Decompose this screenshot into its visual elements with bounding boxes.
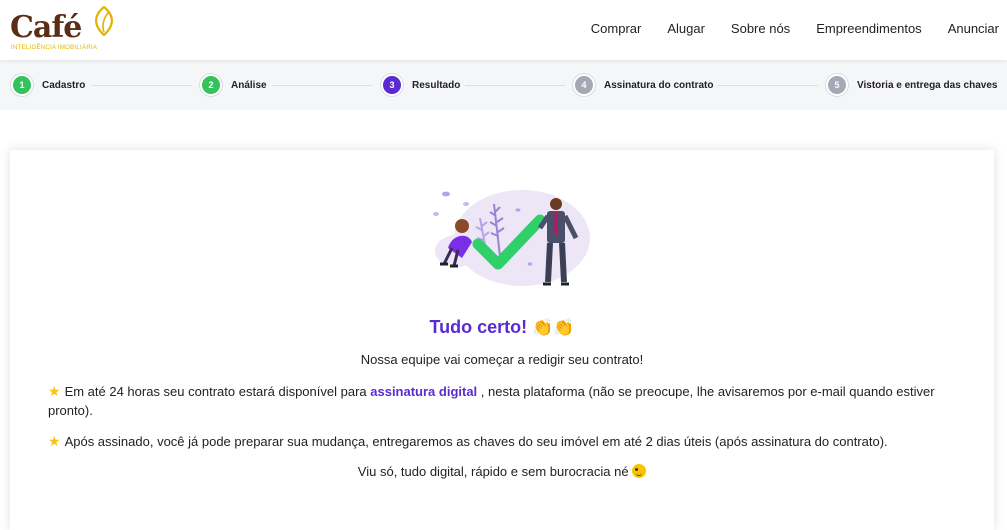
step-connector (718, 85, 818, 86)
step-label: Resultado (412, 79, 461, 91)
clapping-hands-icon: 👏👏 (532, 318, 575, 337)
closing-message: Viu só, tudo digital, rápido e sem buroc… (10, 464, 994, 479)
result-card: Tudo certo! 👏👏 Nossa equipe vai começar … (10, 150, 994, 530)
step-number: 5 (826, 74, 848, 96)
nav-item-comprar[interactable]: Comprar (591, 21, 642, 36)
brand-logo[interactable]: Café INTELIGÊNCIA IMOBILIÁRIA (10, 6, 120, 54)
step-resultado: 3 Resultado (381, 74, 460, 96)
para-text: Após assinado, você já pode preparar sua… (64, 434, 888, 449)
step-analise: 2 Análise (200, 74, 267, 96)
nav-item-anunciar[interactable]: Anunciar (948, 21, 999, 36)
step-connector (272, 85, 372, 86)
step-connector (92, 85, 192, 86)
site-header: Café INTELIGÊNCIA IMOBILIÁRIA Comprar Al… (0, 0, 1007, 60)
step-vistoria: 5 Vistoria e entrega das chaves (826, 74, 997, 96)
step-cadastro: 1 Cadastro (11, 74, 85, 96)
brand-tagline: INTELIGÊNCIA IMOBILIÁRIA (11, 45, 98, 51)
step-label: Análise (231, 79, 267, 91)
title-text: Tudo certo! (429, 317, 528, 337)
digital-signature-link[interactable]: assinatura digital (370, 384, 477, 399)
step-number: 2 (200, 74, 222, 96)
main-nav: Comprar Alugar Sobre nós Empreendimentos… (591, 0, 999, 56)
result-title: Tudo certo! 👏👏 (10, 317, 994, 338)
step-number: 3 (381, 74, 403, 96)
step-number: 4 (573, 74, 595, 96)
leaf-icon (95, 6, 113, 36)
info-paragraph-keys: ★ Após assinado, você já pode preparar su… (48, 432, 968, 451)
winking-face-icon (632, 464, 647, 478)
closing-text: Viu só, tudo digital, rápido e sem buroc… (357, 464, 629, 479)
info-paragraph-signature: ★ Em até 24 horas seu contrato estará dis… (48, 382, 968, 420)
star-icon: ★ (48, 383, 61, 399)
step-label: Vistoria e entrega das chaves (857, 79, 998, 91)
result-subtitle: Nossa equipe vai começar a redigir seu c… (360, 352, 644, 367)
approval-checkmark-illustration (433, 190, 590, 286)
step-connector (465, 85, 565, 86)
step-number: 1 (11, 74, 33, 96)
para-text: Em até 24 horas seu contrato estará disp… (64, 384, 371, 399)
progress-steps: 1 Cadastro 2 Análise 3 Resultado 4 Assin… (0, 60, 1007, 110)
step-label: Cadastro (42, 79, 86, 91)
brand-name: Café (10, 10, 82, 45)
nav-item-alugar[interactable]: Alugar (667, 21, 705, 36)
step-assinatura: 4 Assinatura do contrato (573, 74, 713, 96)
star-icon: ★ (48, 433, 61, 449)
nav-item-empreendimentos[interactable]: Empreendimentos (816, 21, 922, 36)
step-label: Assinatura do contrato (604, 79, 714, 91)
nav-item-sobre-nos[interactable]: Sobre nós (731, 21, 790, 36)
